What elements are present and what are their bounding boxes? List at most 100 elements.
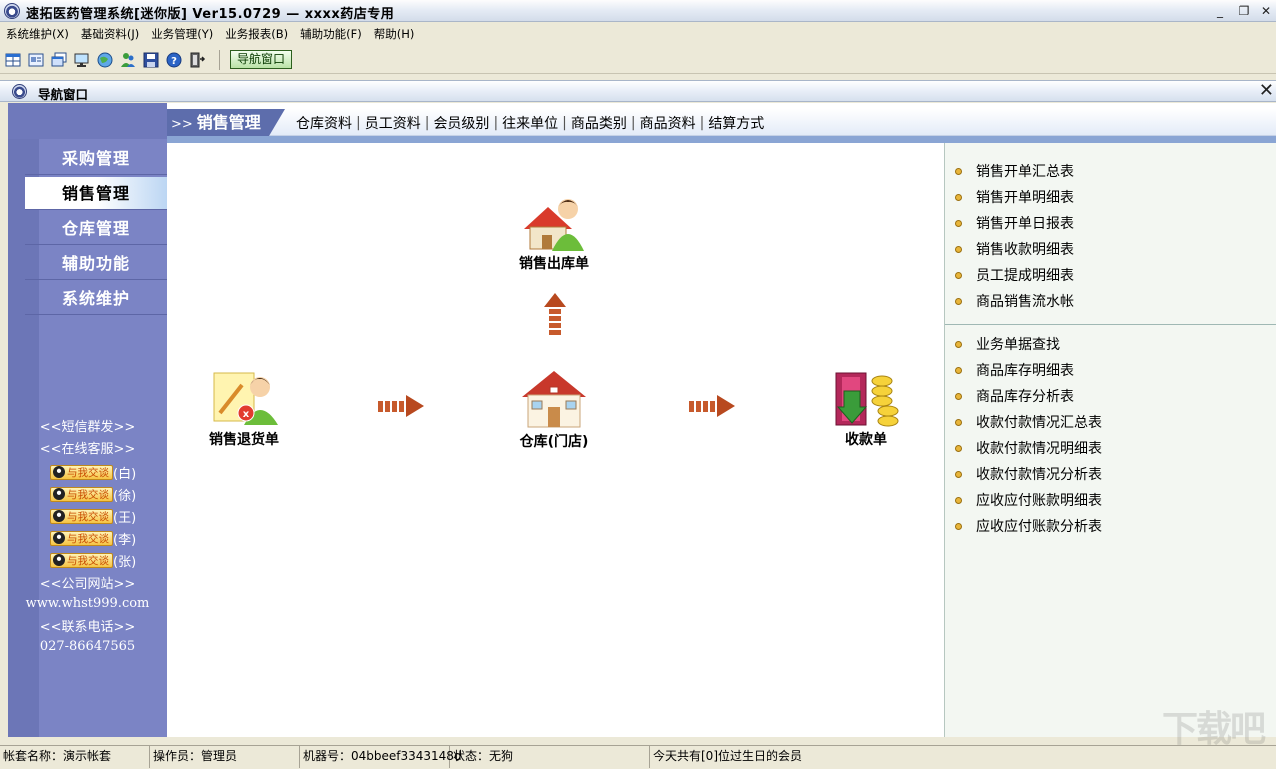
nav-window-button[interactable]: 导航窗口	[230, 50, 293, 69]
bullet-icon	[955, 271, 962, 279]
nav-window-close-button[interactable]: ✕	[1259, 81, 1274, 101]
menu-basic-data[interactable]: 基础资料(J)	[81, 26, 139, 42]
report-link[interactable]: 应收应付账款分析表	[955, 516, 1102, 536]
report-link[interactable]: 销售开单日报表	[955, 213, 1074, 233]
link-partners[interactable]: 往来单位	[502, 113, 558, 133]
arrow-right-icon	[689, 395, 735, 417]
report-link[interactable]: 收款付款情况明细表	[955, 438, 1102, 458]
report-link[interactable]: 应收应付账款明细表	[955, 490, 1102, 510]
watermark-logo: 下载吧	[1161, 709, 1266, 750]
save-icon[interactable]	[142, 51, 160, 69]
bullet-icon	[955, 444, 962, 452]
monitor-icon[interactable]	[73, 51, 91, 69]
link-warehouse-data[interactable]: 仓库资料	[296, 113, 352, 133]
qq-chat-badge[interactable]: 与我交谈	[50, 486, 113, 502]
menu-reports[interactable]: 业务报表(B)	[225, 26, 288, 42]
report-link[interactable]: 收款付款情况汇总表	[955, 412, 1102, 432]
bullet-icon	[955, 392, 962, 400]
status-account: 帐套名称：演示帐套	[0, 746, 150, 768]
restore-button[interactable]: ❐	[1236, 3, 1252, 19]
qq-chat-zhang[interactable]: 与我交谈 (张)	[50, 551, 136, 570]
report-panel: 销售开单汇总表 销售开单明细表 销售开单日报表 销售收款明细表 员工提成明细表 …	[944, 143, 1276, 737]
toolbar: ? 导航窗口	[0, 46, 1276, 74]
menu-help[interactable]: 帮助(H)	[374, 26, 415, 42]
link-settlement[interactable]: 结算方式	[708, 113, 764, 133]
exit-icon[interactable]	[188, 51, 206, 69]
qq-penguin-icon	[53, 554, 65, 566]
qq-chat-bai[interactable]: 与我交谈 (白)	[50, 463, 136, 482]
sale-return-node[interactable]: x 销售退货单	[194, 367, 294, 449]
link-product-data[interactable]: 商品资料	[640, 113, 696, 133]
help-icon[interactable]: ?	[165, 51, 183, 69]
bullet-icon	[955, 470, 962, 478]
nav-window-icon	[12, 84, 27, 99]
report-link[interactable]: 销售开单明细表	[955, 187, 1074, 207]
app-logo-icon	[4, 3, 20, 19]
report-divider	[945, 324, 1276, 325]
qq-chat-badge[interactable]: 与我交谈	[50, 552, 113, 568]
qq-chat-badge[interactable]: 与我交谈	[50, 508, 113, 524]
warehouse-node[interactable]: 仓库(门店)	[504, 367, 604, 451]
company-site-label: <<公司网站>>	[39, 577, 136, 592]
sidebar-item-warehouse[interactable]: 仓库管理	[25, 212, 167, 245]
report-link[interactable]: 员工提成明细表	[955, 265, 1074, 285]
sms-link[interactable]: <<短信群发>>	[8, 416, 167, 435]
warehouse-icon	[522, 371, 586, 428]
bullet-icon	[955, 340, 962, 348]
report-link[interactable]: 收款付款情况分析表	[955, 464, 1102, 484]
report-link[interactable]: 销售收款明细表	[955, 239, 1074, 259]
bullet-icon	[955, 297, 962, 305]
globe-icon[interactable]	[96, 51, 114, 69]
sale-return-label: 销售退货单	[209, 432, 279, 448]
sidebar-item-tools[interactable]: 辅助功能	[25, 247, 167, 280]
windows-icon[interactable]	[50, 51, 68, 69]
nav-window-header: 导航窗口 ✕	[0, 80, 1276, 102]
qq-chat-wang[interactable]: 与我交谈 (王)	[50, 507, 136, 526]
online-service-link[interactable]: <<在线客服>>	[8, 438, 167, 457]
module-tab-strip: >> 销售管理 仓库资料 | 员工资料 | 会员级别 | 往来单位 | 商品类别 | 商品资…	[167, 103, 1276, 143]
sidebar-item-system[interactable]: 系统维护	[25, 282, 167, 315]
company-site-url[interactable]: www.whst999.com	[8, 596, 167, 611]
report-link[interactable]: 销售开单汇总表	[955, 161, 1074, 181]
report-link[interactable]: 商品销售流水帐	[955, 291, 1074, 311]
status-state: 状态：无狗	[450, 746, 650, 768]
menu-bar: 系统维护(X) 基础资料(J) 业务管理(Y) 业务报表(B) 辅助功能(F) …	[0, 23, 1276, 45]
bullet-icon	[955, 167, 962, 175]
users-icon[interactable]	[119, 51, 137, 69]
sidebar-item-sales[interactable]: 销售管理	[25, 177, 167, 210]
link-product-category[interactable]: 商品类别	[571, 113, 627, 133]
report-link[interactable]: 商品库存分析表	[955, 386, 1074, 406]
qq-chat-li[interactable]: 与我交谈 (李)	[50, 529, 136, 548]
report-link[interactable]: 业务单据查找	[955, 334, 1060, 354]
menu-business[interactable]: 业务管理(Y)	[151, 26, 213, 42]
quick-links: 仓库资料 | 员工资料 | 会员级别 | 往来单位 | 商品类别 | 商品资料 | 结算方式	[296, 113, 765, 133]
card-icon[interactable]	[27, 51, 45, 69]
menu-system[interactable]: 系统维护(X)	[6, 26, 69, 42]
nav-window-title: 导航窗口	[38, 87, 89, 102]
qq-chat-badge[interactable]: 与我交谈	[50, 464, 113, 480]
receipt-icon	[835, 372, 899, 427]
contact-phone: 027-86647565	[39, 639, 136, 654]
arrow-up-icon	[544, 293, 566, 335]
close-button[interactable]: ✕	[1258, 3, 1274, 19]
link-member-level[interactable]: 会员级别	[433, 113, 489, 133]
link-staff-data[interactable]: 员工资料	[365, 113, 421, 133]
minimize-button[interactable]: _	[1212, 3, 1228, 19]
sale-return-icon: x	[213, 372, 278, 425]
sale-out-node[interactable]: 销售出库单	[504, 193, 604, 273]
bullet-icon	[955, 522, 962, 530]
title-bar: 速拓医药管理系统[迷你版] Ver15.0729 — xxxx药店专用 _ ❐ …	[0, 0, 1276, 22]
window-title: 速拓医药管理系统[迷你版] Ver15.0729 — xxxx药店专用	[26, 7, 395, 22]
bullet-icon	[955, 193, 962, 201]
arrow-right-icon	[378, 395, 424, 417]
qq-chat-xu[interactable]: 与我交谈 (徐)	[50, 485, 136, 504]
tab-sales[interactable]: >> 销售管理	[167, 109, 285, 136]
report-link[interactable]: 商品库存明细表	[955, 360, 1074, 380]
qq-penguin-icon	[53, 466, 65, 478]
qq-chat-badge[interactable]: 与我交谈	[50, 530, 113, 546]
sidebar-item-purchase[interactable]: 采购管理	[25, 142, 167, 175]
receipt-node[interactable]: 收款单	[816, 367, 916, 449]
menu-tools[interactable]: 辅助功能(F)	[300, 26, 362, 42]
toolbar-separator	[219, 49, 220, 70]
grid-icon[interactable]	[4, 51, 22, 69]
